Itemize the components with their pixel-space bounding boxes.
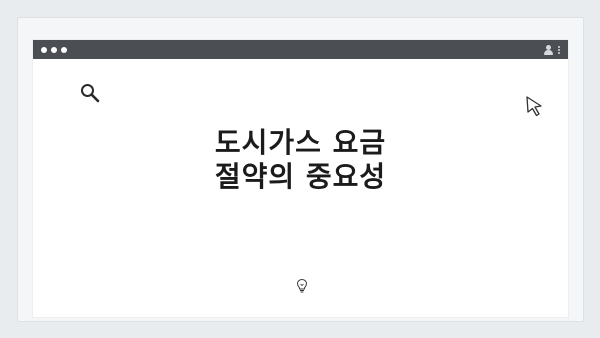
window-titlebar (33, 40, 568, 59)
user-icon[interactable] (544, 44, 553, 55)
cursor-icon (524, 95, 546, 121)
window-controls-icon[interactable] (41, 46, 67, 53)
search-icon[interactable] (79, 82, 101, 108)
minimize-dot[interactable] (51, 46, 57, 53)
kebab-dot (558, 48, 560, 51)
browser-window: 도시가스 요금 절약의 중요성 (33, 40, 568, 317)
close-dot[interactable] (41, 46, 47, 53)
lightbulb-icon (296, 278, 308, 298)
page-title: 도시가스 요금 절약의 중요성 (33, 126, 568, 194)
page-title-line-2: 절약의 중요성 (214, 160, 387, 193)
page-title-line-1: 도시가스 요금 (214, 126, 387, 159)
kebab-menu-icon[interactable] (558, 45, 560, 54)
kebab-dot (558, 51, 560, 54)
kebab-dot (558, 45, 560, 48)
maximize-dot[interactable] (61, 46, 67, 53)
titlebar-actions (544, 44, 560, 55)
